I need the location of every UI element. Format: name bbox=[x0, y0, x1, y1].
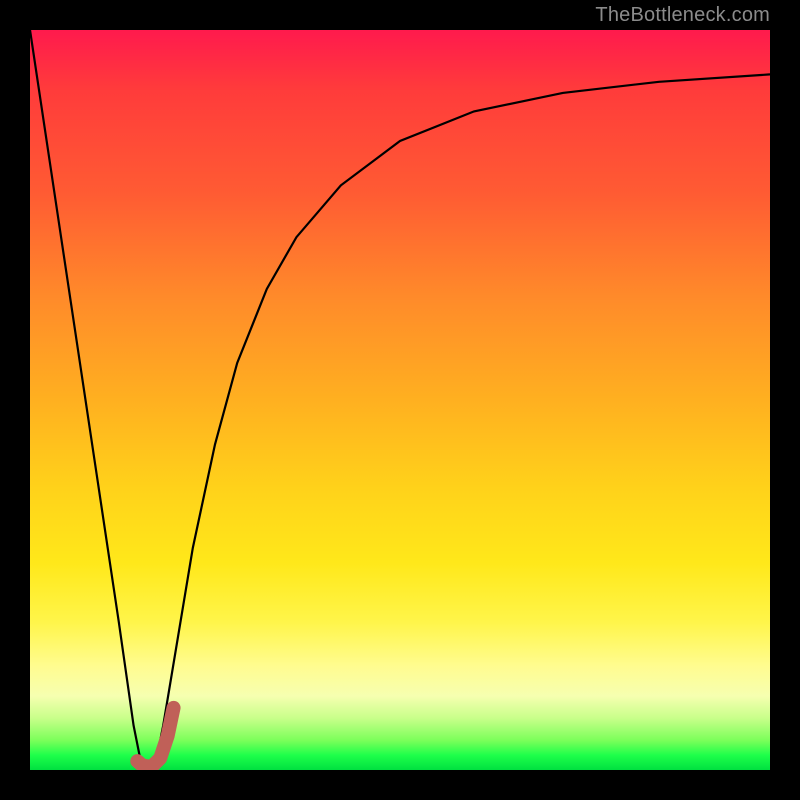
plot-area bbox=[30, 30, 770, 770]
chart-frame: TheBottleneck.com bbox=[0, 0, 800, 800]
curve-layer bbox=[30, 30, 770, 770]
bottleneck-curve bbox=[30, 30, 770, 770]
watermark-text: TheBottleneck.com bbox=[595, 4, 770, 27]
marker-hook bbox=[137, 708, 173, 767]
